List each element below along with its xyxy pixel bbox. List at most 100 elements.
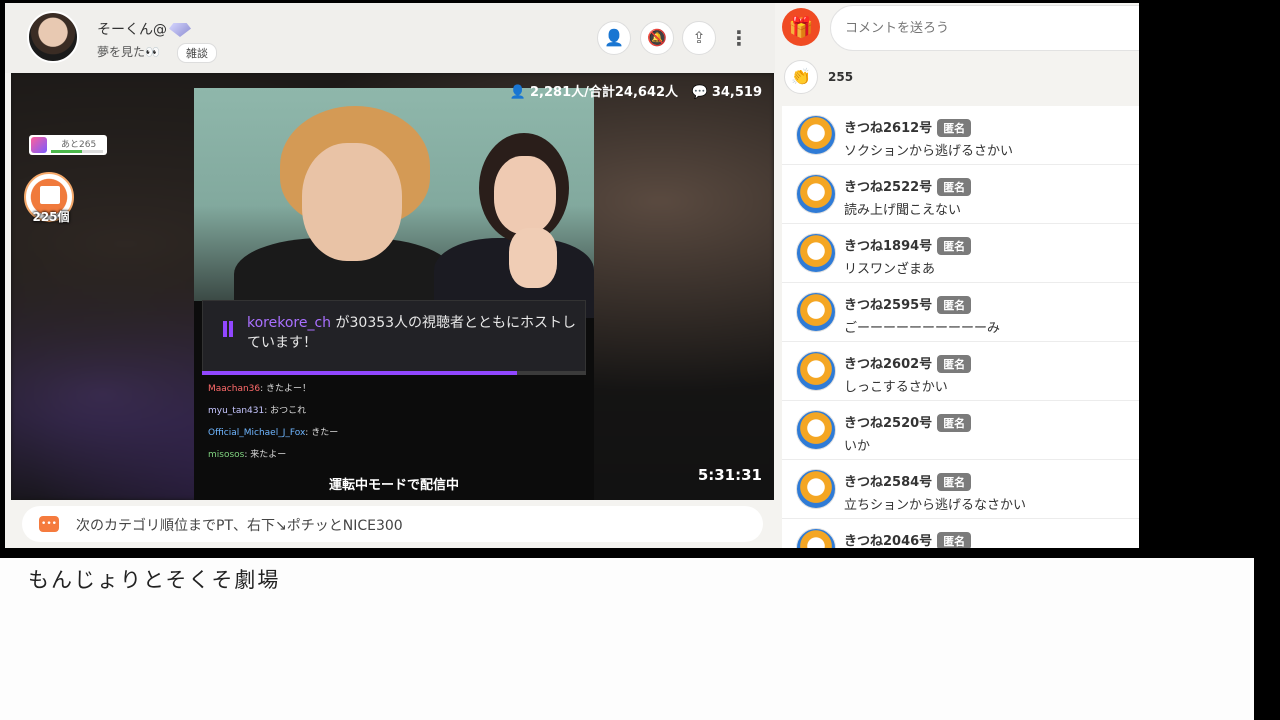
comment-user: きつね2522号 匿名 bbox=[844, 176, 972, 196]
kebab-icon: ⋮ bbox=[729, 26, 749, 50]
comment-text: リスワンざまあ bbox=[844, 262, 936, 277]
host-progress-bar bbox=[202, 371, 586, 375]
viewer-count: 2,281人/合計24,642人 bbox=[530, 85, 679, 100]
fox-avatar-icon[interactable] bbox=[796, 469, 836, 509]
comment-input[interactable] bbox=[830, 5, 1139, 51]
comment-item[interactable]: きつね2584号 匿名立ちションから逃げるなさかい bbox=[782, 460, 1139, 519]
comment-text: 読み上げ聞こえない bbox=[844, 203, 962, 218]
comment-user: きつね2046号 匿名 bbox=[844, 530, 972, 548]
elapsed-timer: 5:31:31 bbox=[697, 466, 762, 484]
camera-scene bbox=[194, 88, 594, 328]
comment-item[interactable]: きつね2602号 匿名 しっこするさかい bbox=[782, 342, 1139, 401]
driving-mode-label: 運転中モードで配信中 bbox=[328, 478, 459, 493]
overlay-chat-line: Maachan36: きたよー！ bbox=[208, 384, 312, 394]
gift-button[interactable]: 🎁 bbox=[782, 8, 820, 46]
anonymous-badge: 匿名 bbox=[937, 355, 972, 373]
comment-text: いか bbox=[844, 439, 871, 454]
rank-icon bbox=[31, 137, 47, 153]
chat-user: Official_Michael_J_Fox bbox=[208, 428, 306, 438]
broadcaster-header: そーくん@ 夢を見た👀 雑談 👤 🔕 ⇪ ⋮ bbox=[5, 3, 775, 73]
host-progress-fill bbox=[202, 371, 517, 375]
host-notification: korekore_ch が30353人の視聴者とともにホストしています！ bbox=[202, 300, 586, 374]
anonymous-badge: 匿名 bbox=[937, 296, 972, 314]
comment-item[interactable]: きつね2520号 匿名いか bbox=[782, 401, 1139, 460]
comment-text: ソクションから逃げるさかい bbox=[844, 144, 1014, 159]
rank-gauge[interactable]: あと265 bbox=[29, 135, 107, 155]
anonymous-badge: 匿名 bbox=[937, 178, 972, 196]
comment-user-name: きつね2602号 bbox=[844, 357, 933, 372]
comment-user-name: きつね2046号 bbox=[844, 534, 933, 548]
chat-text: きたよー！ bbox=[266, 384, 312, 394]
host-message: korekore_ch が30353人の視聴者とともにホストしています！ bbox=[247, 313, 587, 353]
comment-user-name: きつね2595号 bbox=[844, 298, 933, 313]
telop-bar[interactable]: ••• 次のカテゴリ順位までPT、右下↘ポチッとNICE300 bbox=[22, 506, 763, 542]
fox-avatar-icon[interactable] bbox=[796, 174, 836, 214]
stream-subtitle: 夢を見た👀 bbox=[97, 45, 160, 59]
host-name-text: そーくん@ bbox=[97, 22, 167, 38]
follow-button[interactable]: 👤 bbox=[597, 21, 631, 55]
gem-icon bbox=[169, 23, 191, 37]
gift-icon: 🎁 bbox=[788, 15, 814, 39]
clap-count: 255 bbox=[828, 70, 854, 84]
chat-user: Maachan36 bbox=[208, 384, 261, 394]
host-avatar[interactable] bbox=[27, 11, 79, 63]
stream-stats: 👤 2,281人/合計24,642人 💬 34,519 bbox=[510, 81, 762, 100]
fox-avatar-icon[interactable] bbox=[796, 410, 836, 450]
chat-text: きたー bbox=[311, 428, 339, 438]
comment-user-name: きつね1894号 bbox=[844, 239, 933, 254]
pause-icon bbox=[223, 321, 227, 337]
gift-counter[interactable]: 225個 bbox=[24, 172, 74, 224]
clap-icon: 👏 bbox=[791, 67, 811, 86]
mute-button[interactable]: 🔕 bbox=[640, 21, 674, 55]
video-frame: korekore_ch が30353人の視聴者とともにホストしています！ Maa… bbox=[194, 88, 594, 500]
overlay-chat-line: Official_Michael_J_Fox: きたー bbox=[208, 428, 339, 438]
chat-user: myu_tan431 bbox=[208, 406, 265, 416]
clap-row: 👏 255 bbox=[782, 58, 1139, 104]
comment-item[interactable]: きつね1894号 匿名 リスワンざまあ bbox=[782, 224, 1139, 283]
comment-count: 34,519 bbox=[711, 85, 762, 100]
viewer-icon: 👤 bbox=[509, 85, 527, 100]
comment-user-name: きつね2522号 bbox=[844, 180, 933, 195]
video-player[interactable]: korekore_ch が30353人の視聴者とともにホストしています！ Maa… bbox=[11, 73, 774, 500]
overlay-chat: Maachan36: きたよー！ myu_tan431: おつこれ Offici… bbox=[208, 378, 588, 466]
add-user-icon: 👤 bbox=[604, 28, 624, 47]
speech-bubble-icon: ••• bbox=[39, 516, 59, 532]
share-icon: ⇪ bbox=[692, 28, 706, 47]
host-channel: korekore_ch bbox=[247, 315, 332, 331]
person-2-face bbox=[494, 156, 556, 234]
gift-count: 225個 bbox=[32, 210, 70, 224]
fox-avatar-icon[interactable] bbox=[796, 351, 836, 391]
chat-user: misosos bbox=[208, 450, 245, 460]
clap-button[interactable]: 👏 bbox=[784, 60, 818, 94]
person-1-face bbox=[302, 143, 402, 261]
person-2-hands bbox=[509, 228, 557, 288]
fox-avatar-icon[interactable] bbox=[796, 233, 836, 273]
comment-item[interactable]: きつね2595号 匿名 ごーーーーーーーーーーみ bbox=[782, 283, 1139, 342]
anonymous-badge: 匿名 bbox=[937, 414, 972, 432]
comment-text: 立ちションから逃げるなさかい bbox=[844, 498, 1027, 513]
chat-text: 来たよー bbox=[250, 450, 287, 460]
fox-avatar-icon[interactable] bbox=[796, 528, 836, 548]
overlay-chat-line: misosos: 来たよー bbox=[208, 450, 287, 460]
comment-user: きつね2584号 匿名 bbox=[844, 471, 972, 491]
comment-item[interactable]: きつね2046号 匿名 bbox=[782, 519, 1139, 548]
anonymous-badge: 匿名 bbox=[937, 473, 972, 491]
category-tag[interactable]: 雑談 bbox=[177, 43, 217, 63]
comment-item[interactable]: きつね2612号 匿名ソクションから逃げるさかい bbox=[782, 106, 1139, 165]
chat-text: おつこれ bbox=[270, 406, 307, 416]
fox-avatar-icon[interactable] bbox=[796, 115, 836, 155]
anonymous-badge: 匿名 bbox=[937, 532, 972, 548]
mute-icon: 🔕 bbox=[647, 28, 667, 47]
more-menu-button[interactable]: ⋮ bbox=[729, 25, 749, 53]
comment-item[interactable]: きつね2522号 匿名読み上げ聞こえない bbox=[782, 165, 1139, 224]
host-name[interactable]: そーくん@ bbox=[97, 19, 191, 39]
comment-user: きつね2602号 匿名 bbox=[844, 353, 972, 373]
comment-user: きつね2612号 匿名 bbox=[844, 117, 972, 137]
fox-avatar-icon[interactable] bbox=[796, 292, 836, 332]
comment-user: きつね2595号 匿名 bbox=[844, 294, 972, 314]
comment-list[interactable]: きつね2612号 匿名 ソクションから逃げるさかい きつね2522号 匿名 読み上げ聞こえ… bbox=[782, 106, 1139, 548]
share-button[interactable]: ⇪ bbox=[682, 21, 716, 55]
gift-box-icon bbox=[40, 186, 60, 204]
comment-user-name: きつね2520号 bbox=[844, 416, 933, 431]
broadcast-page: そーくん@ 夢を見た👀 雑談 👤 🔕 ⇪ ⋮ korekore_ch が3035… bbox=[5, 3, 1139, 548]
